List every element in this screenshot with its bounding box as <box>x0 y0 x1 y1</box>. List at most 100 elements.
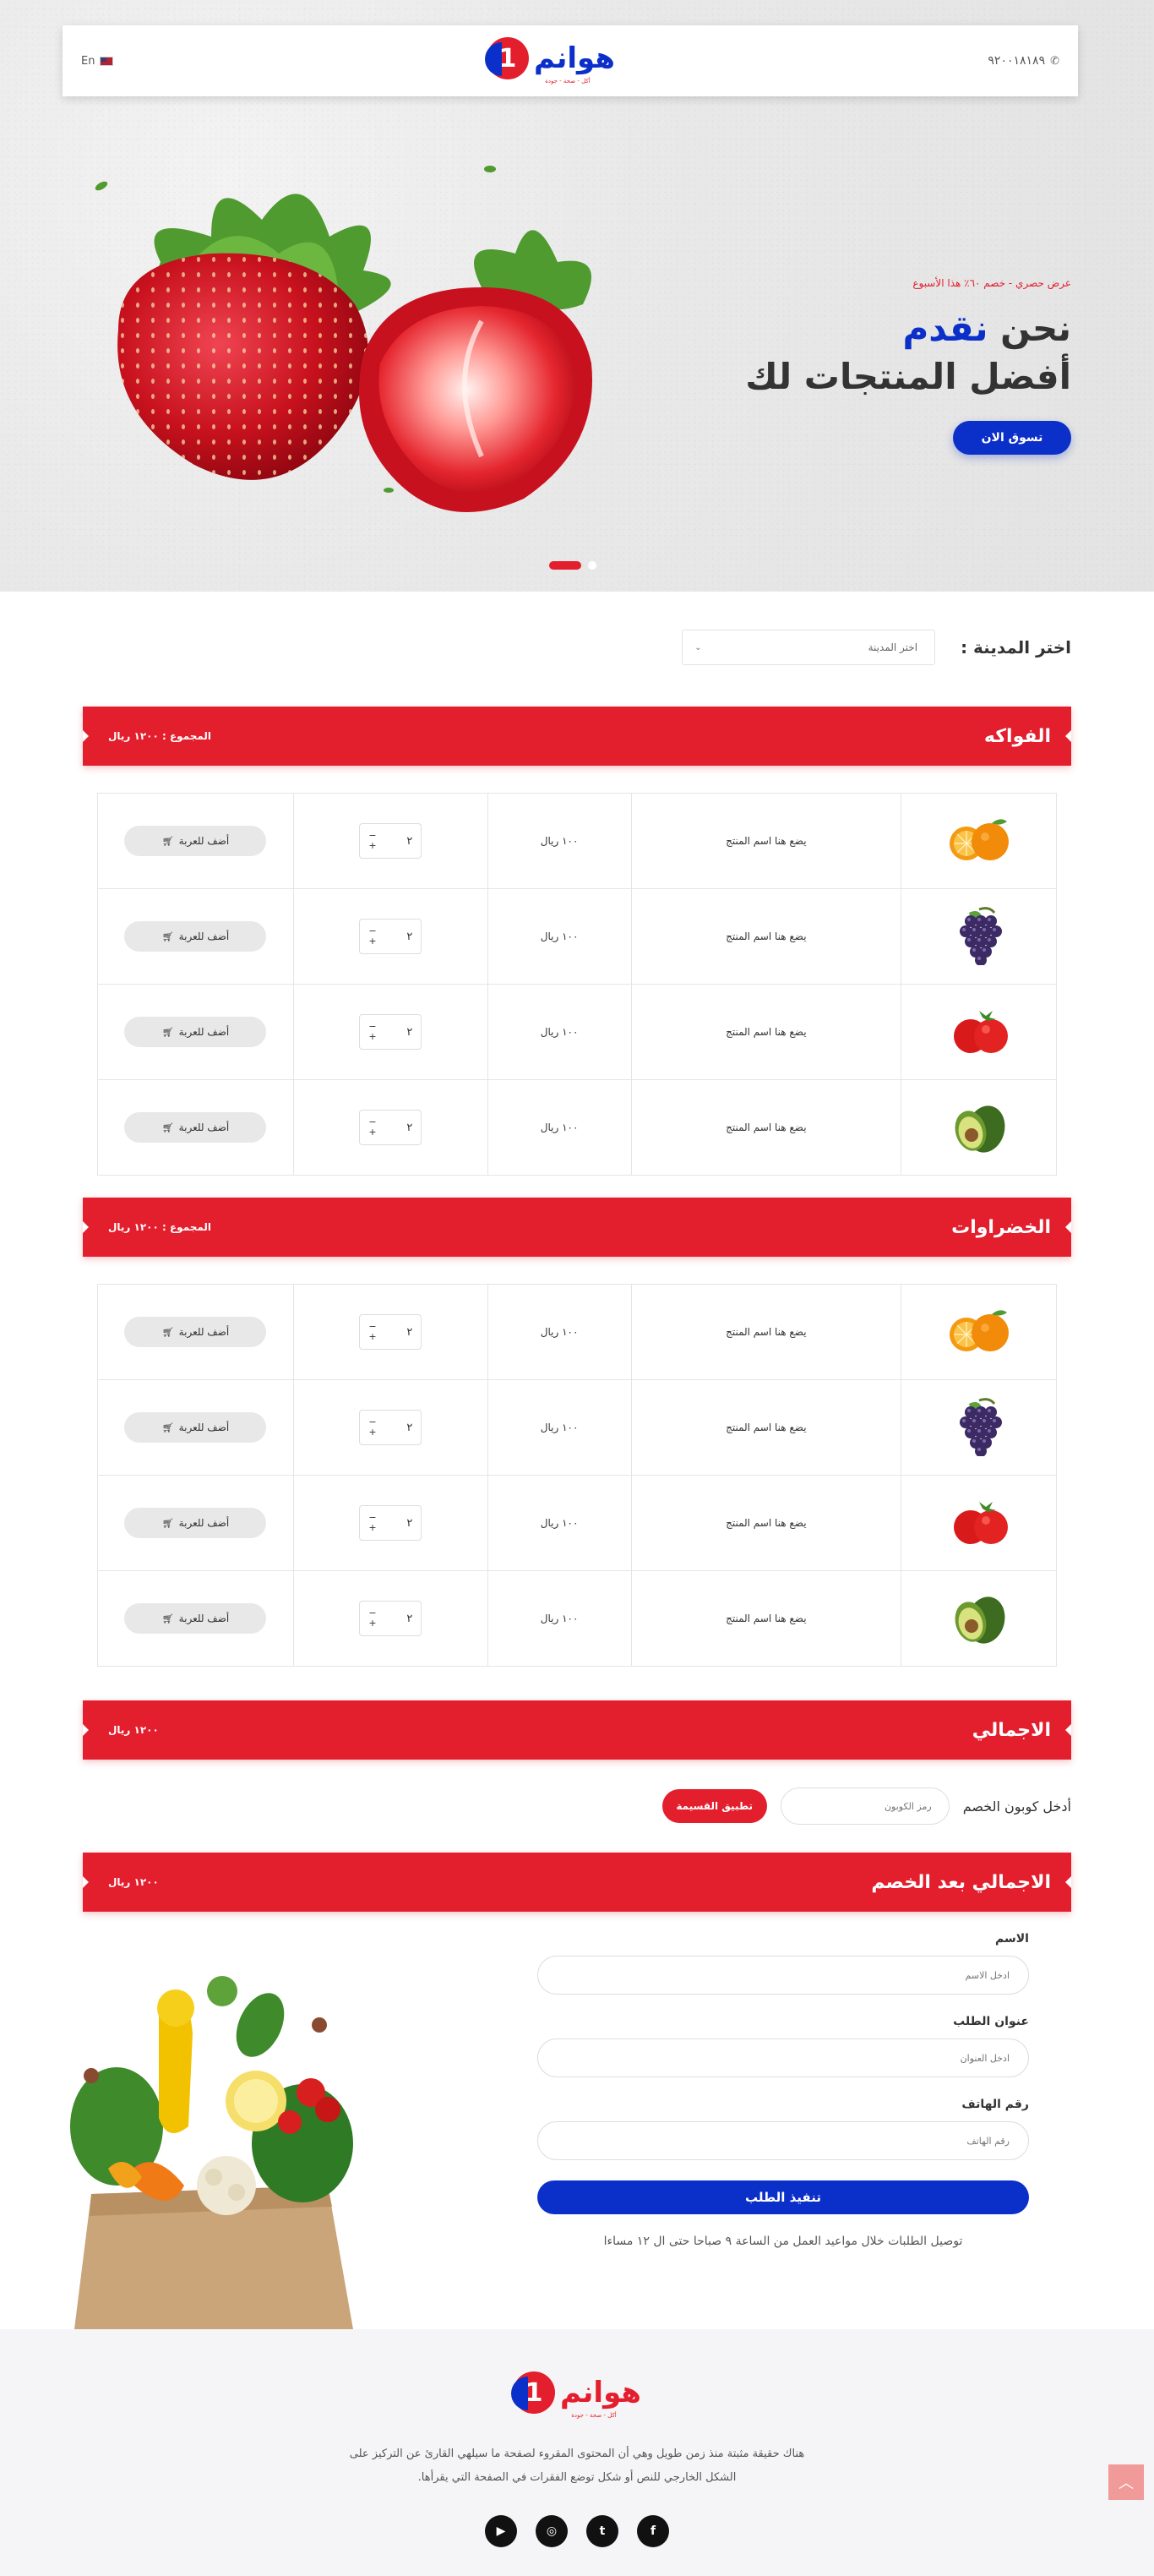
plus-icon[interactable]: + <box>368 841 376 851</box>
qty-arrows[interactable]: − + <box>368 1513 376 1533</box>
orange-icon <box>941 1309 1017 1359</box>
qty-arrows[interactable]: − + <box>368 926 376 947</box>
vegetable-bag-image <box>70 1976 353 2329</box>
qty-arrows[interactable]: − + <box>368 1608 376 1629</box>
qty-value[interactable]: ٢ <box>406 1517 412 1530</box>
table-row: يضع هنا اسم المنتج ١٠٠ ريال − + ٢ أضف للعربة 🛒… <box>97 1379 1057 1476</box>
qty-value[interactable]: ٢ <box>406 835 412 848</box>
product-name: يضع هنا اسم المنتج <box>630 1475 902 1571</box>
qty-arrows[interactable]: − + <box>368 1022 376 1042</box>
instagram-icon[interactable]: ◎ <box>536 2515 568 2547</box>
qty-arrows[interactable]: − + <box>368 831 376 851</box>
section-band: الفواكه المجموع : ١٢٠٠ ريال <box>83 707 1071 766</box>
tomato-icon <box>945 1010 1013 1061</box>
qty-arrows[interactable]: − + <box>368 1117 376 1138</box>
add-to-cart-button[interactable]: أضف للعربة 🛒︎ <box>124 1603 267 1634</box>
hero-subheadline: أفضل المنتجات لك <box>745 356 1071 397</box>
phone-input[interactable] <box>537 2121 1029 2160</box>
name-input[interactable] <box>537 1956 1029 1995</box>
qty-value[interactable]: ٢ <box>406 1422 412 1434</box>
city-selector-row: اختر المدينة : اختر المدينة ⌄ <box>83 622 1071 673</box>
social-links: ▶ ◎ t f <box>0 2515 1154 2547</box>
strawberry-image <box>95 166 592 512</box>
table-row: يضع هنا اسم المنتج ١٠٠ ريال − + ٢ أضف للعربة 🛒… <box>97 1284 1057 1380</box>
plus-icon[interactable]: + <box>368 1427 376 1438</box>
footer-description: هناك حقيقة مثبتة منذ زمن طويل وهي أن الم… <box>349 2448 805 2484</box>
twitter-icon[interactable]: t <box>586 2515 618 2547</box>
shop-now-button[interactable]: تسوق الان <box>953 421 1071 455</box>
add-to-cart-button[interactable]: أضف للعربة 🛒︎ <box>124 1412 267 1443</box>
facebook-icon[interactable]: f <box>637 2515 669 2547</box>
city-select[interactable]: اختر المدينة ⌄ <box>682 630 936 665</box>
qty-value[interactable]: ٢ <box>406 1026 412 1039</box>
table-row: يضع هنا اسم المنتج ١٠٠ ريال − + ٢ أضف للعربة 🛒… <box>97 1079 1057 1176</box>
grapes-icon <box>945 906 1013 968</box>
footer-logo[interactable]: 1 هوانم أكل - صحة - جودة <box>511 2371 642 2419</box>
quantity-stepper[interactable]: − + ٢ <box>359 1601 422 1636</box>
scroll-to-top-button[interactable]: ︿ <box>1108 2464 1144 2500</box>
logo-badge-icon: 1 <box>484 37 529 79</box>
name-label: الاسم <box>995 1932 1029 1946</box>
quantity-stepper[interactable]: − + ٢ <box>359 1110 422 1145</box>
product-name: يضع هنا اسم المنتج <box>630 1284 902 1380</box>
quantity-stepper[interactable]: − + ٢ <box>359 823 422 859</box>
header-phone[interactable]: ٩٢٠٠١٨١٨٩ ✆ <box>988 54 1059 68</box>
qty-arrows[interactable]: − + <box>368 1417 376 1438</box>
plus-icon[interactable]: + <box>368 936 376 947</box>
add-to-cart-button[interactable]: أضف للعربة 🛒︎ <box>124 1112 267 1143</box>
product-add-cell: أضف للعربة 🛒︎ <box>97 1079 294 1176</box>
add-to-cart-button[interactable]: أضف للعربة 🛒︎ <box>124 921 267 952</box>
footer-logo-tagline: أكل - صحة - جودة <box>571 2412 617 2419</box>
chevron-up-icon: ︿ <box>1119 2475 1134 2492</box>
language-switch[interactable]: En <box>81 55 114 68</box>
add-to-cart-button[interactable]: أضف للعربة 🛒︎ <box>124 1508 267 1538</box>
cart-icon: 🛒︎ <box>161 1517 174 1529</box>
plus-icon[interactable]: + <box>368 1523 376 1533</box>
plus-icon[interactable]: + <box>368 1332 376 1342</box>
youtube-icon[interactable]: ▶ <box>485 2515 517 2547</box>
add-to-cart-button[interactable]: أضف للعربة 🛒︎ <box>124 1317 267 1347</box>
lang-label[interactable]: En <box>81 55 95 68</box>
slider-dot-active[interactable] <box>549 561 581 570</box>
quantity-stepper[interactable]: − + ٢ <box>359 919 422 954</box>
quantity-stepper[interactable]: − + ٢ <box>359 1314 422 1350</box>
coupon-input[interactable] <box>780 1787 950 1825</box>
add-to-cart-button[interactable]: أضف للعربة 🛒︎ <box>124 1017 267 1047</box>
add-to-cart-label: أضف للعربة <box>178 835 230 847</box>
phone-label: رقم الهاتف <box>961 2098 1029 2111</box>
product-qty-cell: − + ٢ <box>292 888 488 985</box>
cart-icon: 🛒︎ <box>161 835 174 847</box>
slider-dot[interactable] <box>588 561 596 570</box>
product-price: ١٠٠ ريال <box>487 1475 632 1571</box>
product-price: ١٠٠ ريال <box>487 1284 632 1380</box>
add-to-cart-button[interactable]: أضف للعربة 🛒︎ <box>124 826 267 856</box>
avocado-icon <box>945 1105 1013 1159</box>
plus-icon[interactable]: + <box>368 1127 376 1138</box>
orange-icon <box>941 818 1017 868</box>
quantity-stepper[interactable]: − + ٢ <box>359 1014 422 1050</box>
qty-value[interactable]: ٢ <box>406 1122 412 1134</box>
submit-order-button[interactable]: تنفيذ الطلب <box>537 2180 1029 2214</box>
plus-icon[interactable]: + <box>368 1032 376 1042</box>
address-input[interactable] <box>537 2038 1029 2077</box>
logo-text: هوانم <box>533 41 616 75</box>
qty-value[interactable]: ٢ <box>406 1326 412 1339</box>
product-image <box>901 888 1057 985</box>
us-flag-icon[interactable] <box>100 56 114 66</box>
qty-value[interactable]: ٢ <box>406 931 412 943</box>
plus-icon[interactable]: + <box>368 1618 376 1629</box>
qty-arrows[interactable]: − + <box>368 1322 376 1342</box>
product-price: ١٠٠ ريال <box>487 1379 632 1476</box>
apply-coupon-button[interactable]: تطبيق القسيمة <box>661 1789 767 1823</box>
add-to-cart-label: أضف للعربة <box>178 1422 230 1433</box>
chevron-down-icon: ⌄ <box>694 642 702 652</box>
qty-value[interactable]: ٢ <box>406 1613 412 1625</box>
phone-number[interactable]: ٩٢٠٠١٨١٨٩ <box>988 54 1045 68</box>
quantity-stepper[interactable]: − + ٢ <box>359 1410 422 1445</box>
header-logo[interactable]: 1 هوانم أكل - صحة - جودة <box>484 37 616 85</box>
product-price: ١٠٠ ريال <box>487 1079 632 1176</box>
quantity-stepper[interactable]: − + ٢ <box>359 1505 422 1541</box>
hero-promo: عرض حصري - خصم ٦٠٪ هذا الأسبوع <box>912 277 1071 289</box>
product-table: يضع هنا اسم المنتج ١٠٠ ريال − +٢ أضف للعربة 🛒… <box>97 793 1057 1176</box>
delivery-note: توصيل الطلبات خلال مواعيد العمل من الساع… <box>603 2235 963 2248</box>
